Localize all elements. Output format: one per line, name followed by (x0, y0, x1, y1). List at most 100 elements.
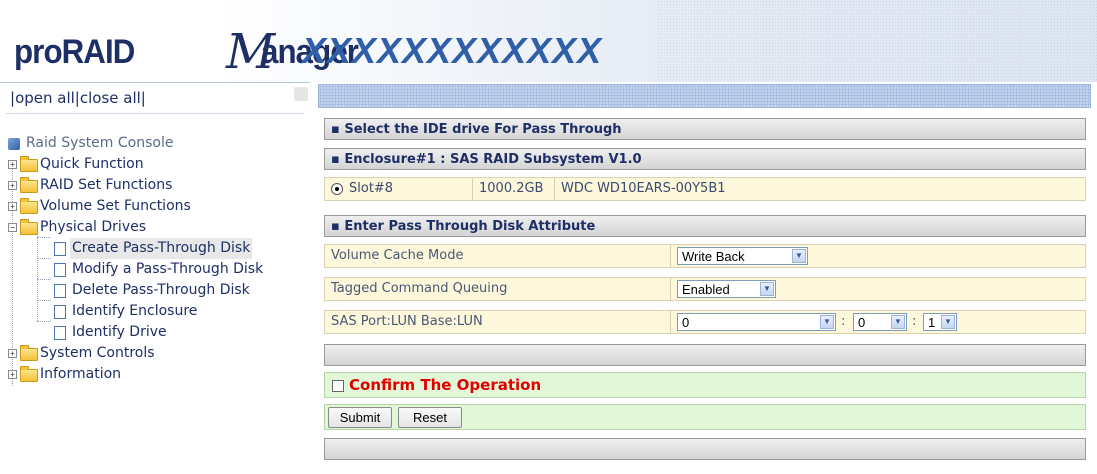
lun-base-select[interactable]: 0 ▼ (853, 313, 907, 331)
tree-item-label: Delete Pass-Through Disk (72, 282, 250, 298)
footer-bar (324, 438, 1086, 460)
tree-item-raid-set-functions[interactable]: + RAID Set Functions (8, 175, 308, 196)
folder-icon (20, 198, 38, 214)
confirm-label[interactable]: Confirm The Operation (349, 373, 541, 397)
tree-item-label: Volume Set Functions (40, 198, 191, 214)
tree-item-label: Information (40, 366, 122, 382)
folder-icon (20, 177, 38, 193)
tree-item-label: Modify a Pass-Through Disk (72, 261, 264, 277)
lun-select[interactable]: 1 ▼ (923, 313, 957, 331)
tree-bar-right: | (140, 89, 146, 107)
colon-separator: : (841, 314, 846, 329)
expand-icon[interactable]: + (8, 370, 17, 379)
chevron-down-icon[interactable]: ▼ (760, 282, 774, 296)
confirm-row: Confirm The Operation (324, 372, 1086, 398)
tree-item-identify-enclosure[interactable]: Identify Enclosure (8, 301, 308, 322)
expand-icon[interactable]: + (8, 202, 17, 211)
section-header-attributes: ▪ Enter Pass Through Disk Attribute (324, 215, 1086, 237)
tree-item-label: Physical Drives (40, 219, 147, 235)
tree-item-label: Identify Enclosure (72, 303, 198, 319)
main-content: ▪ Select the IDE drive For Pass Through … (314, 82, 1097, 473)
tree-item-identify-drive[interactable]: Identify Drive (8, 322, 308, 343)
select-value: 0 (682, 315, 690, 330)
open-folder-icon (20, 219, 38, 235)
expand-icon[interactable]: + (8, 349, 17, 358)
tree-root-label: Raid System Console (26, 135, 174, 151)
colon-separator: : (912, 314, 917, 329)
bullet-icon: ▪ (331, 122, 345, 137)
chevron-down-icon[interactable]: ▼ (941, 315, 955, 329)
sidebar: |open all|close all| Raid System Console… (0, 82, 310, 474)
header-pattern (657, 0, 1097, 82)
content-top-strip (318, 84, 1091, 108)
submit-button[interactable]: Submit (328, 407, 392, 428)
section-title: Enter Pass Through Disk Attribute (344, 219, 596, 234)
tree-item-system-controls[interactable]: + System Controls (8, 343, 308, 364)
chevron-down-icon[interactable]: ▼ (792, 249, 806, 263)
tagged-command-queuing-select[interactable]: Enabled ▼ (677, 280, 776, 298)
attr-label: Volume Cache Mode (331, 248, 464, 263)
tree-item-physical-drives[interactable]: − Physical Drives (8, 217, 308, 238)
console-icon (8, 138, 20, 150)
select-value: 1 (928, 315, 936, 330)
tree-item-modify-pass-through-disk[interactable]: Modify a Pass-Through Disk (8, 259, 308, 280)
folder-icon (20, 156, 38, 172)
chevron-down-icon[interactable]: ▼ (820, 315, 834, 329)
attr-row-sas-port-lun: SAS Port:LUN Base:LUN 0 ▼ : 0 ▼ : 1 ▼ (324, 310, 1086, 334)
tree-item-label: Create Pass-Through Disk (70, 238, 253, 259)
expand-icon[interactable]: + (8, 181, 17, 190)
tree-item-label: RAID Set Functions (40, 177, 173, 193)
sidebar-scroll-button[interactable] (294, 87, 308, 101)
attr-row-tagged-command-queuing: Tagged Command Queuing Enabled ▼ (324, 277, 1086, 301)
attr-row-volume-cache-mode: Volume Cache Mode Write Back ▼ (324, 244, 1086, 268)
confirm-checkbox[interactable] (332, 380, 344, 392)
open-all-link[interactable]: open all (15, 89, 75, 107)
column-divider (670, 245, 671, 267)
bullet-icon: ▪ (331, 152, 345, 167)
drive-slot: Slot#8 (343, 178, 473, 200)
logo-pro-text: proRAID (14, 33, 135, 71)
tree-root[interactable]: Raid System Console (8, 133, 308, 154)
column-divider (670, 311, 671, 333)
drive-capacity: 1000.2GB (473, 178, 555, 200)
reset-button[interactable]: Reset (398, 407, 462, 428)
column-divider (670, 278, 671, 300)
tree-item-volume-set-functions[interactable]: + Volume Set Functions (8, 196, 308, 217)
drive-row[interactable]: Slot#8 1000.2GB WDC WD10EARS-00Y5B1 (324, 177, 1086, 201)
collapse-icon[interactable]: − (8, 223, 17, 232)
page-icon (54, 305, 66, 319)
select-value: 0 (858, 315, 866, 330)
expand-icon[interactable]: + (8, 160, 17, 169)
folder-icon (20, 366, 38, 382)
section-title: Select the IDE drive For Pass Through (344, 122, 622, 137)
navigation-tree: Raid System Console + Quick Function + R… (8, 133, 308, 386)
page-icon (54, 284, 66, 298)
brand-name: XXXXXXXXXXXX (302, 30, 603, 71)
drive-radio[interactable] (331, 183, 343, 195)
page-icon (54, 242, 66, 256)
section-header-select-drive: ▪ Select the IDE drive For Pass Through (324, 118, 1086, 140)
section-title: Enclosure#1 : SAS RAID Subsystem V1.0 (344, 152, 642, 167)
tree-item-delete-pass-through-disk[interactable]: Delete Pass-Through Disk (8, 280, 308, 301)
tree-item-quick-function[interactable]: + Quick Function (8, 154, 308, 175)
spacer-bar (324, 344, 1086, 366)
page-icon (54, 263, 66, 277)
volume-cache-mode-select[interactable]: Write Back ▼ (677, 247, 808, 265)
app-header: proRAID M anager XXXXXXXXXXXX (0, 0, 1097, 82)
sas-port-select[interactable]: 0 ▼ (677, 313, 836, 331)
drive-model: WDC WD10EARS-00Y5B1 (561, 181, 726, 196)
folder-icon (20, 345, 38, 361)
section-header-enclosure: ▪ Enclosure#1 : SAS RAID Subsystem V1.0 (324, 148, 1086, 170)
close-all-link[interactable]: close all (80, 89, 141, 107)
tree-controls: |open all|close all| (10, 89, 146, 107)
chevron-down-icon[interactable]: ▼ (891, 315, 905, 329)
action-row: Submit Reset (324, 404, 1086, 430)
attr-label: Tagged Command Queuing (331, 281, 508, 296)
tree-item-label: System Controls (40, 345, 155, 361)
tree-item-label: Quick Function (40, 156, 144, 172)
select-value: Enabled (682, 282, 730, 297)
attr-label: SAS Port:LUN Base:LUN (331, 314, 483, 329)
tree-item-create-pass-through-disk[interactable]: Create Pass-Through Disk (8, 238, 308, 259)
tree-item-information[interactable]: + Information (8, 364, 308, 385)
select-value: Write Back (682, 249, 745, 264)
